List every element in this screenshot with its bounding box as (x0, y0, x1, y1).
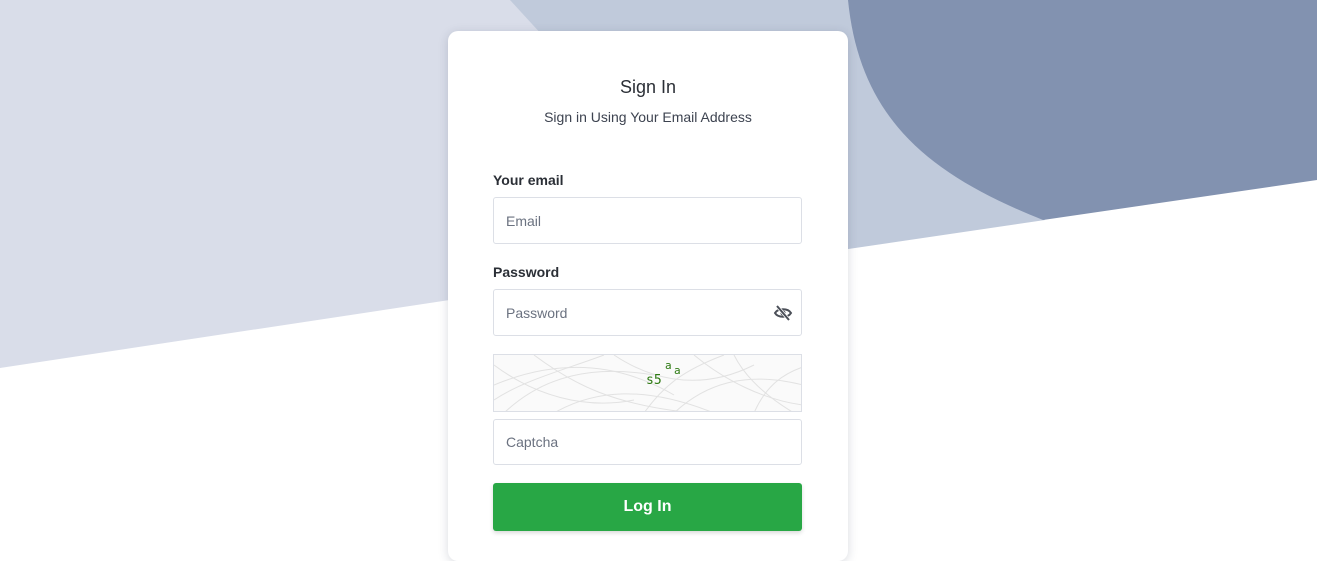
sign-in-card: Sign In Sign in Using Your Email Address… (448, 31, 848, 561)
email-field[interactable] (494, 198, 801, 243)
captcha-noise: s5 a a (494, 355, 801, 411)
page-title: Sign In (619, 77, 677, 97)
email-field-wrapper (493, 197, 802, 244)
password-field[interactable] (494, 290, 801, 335)
captcha-field-wrapper (493, 419, 802, 465)
svg-text:a: a (665, 359, 672, 372)
captcha-field[interactable] (494, 420, 801, 464)
captcha-image: s5 a a (493, 354, 802, 412)
captcha-text: s5 (646, 373, 662, 388)
eye-slash-icon[interactable] (773, 304, 793, 322)
svg-text:a: a (674, 364, 681, 377)
email-label: Your email (493, 172, 564, 188)
password-field-wrapper (493, 289, 802, 336)
login-button[interactable]: Log In (493, 483, 802, 531)
page-subtitle: Sign in Using Your Email Address (544, 109, 752, 125)
password-label: Password (493, 264, 560, 280)
